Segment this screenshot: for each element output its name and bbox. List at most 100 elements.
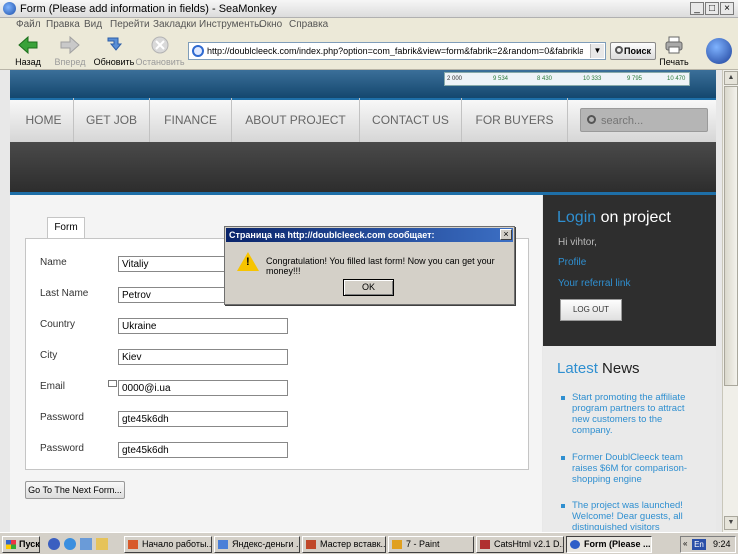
close-icon[interactable]: × [720,2,734,15]
task-paint[interactable]: 7 - Paint [388,536,474,553]
news-heading-word: Latest [557,360,598,377]
ticker-value: 9 795 [627,76,643,82]
referral-link[interactable]: Your referral link [558,278,630,289]
clock: 9:24 [713,539,731,549]
print-button[interactable]: Печать [652,34,696,70]
start-button[interactable]: Пуск [2,536,40,553]
site-menu-get-job[interactable]: GET JOB [74,98,150,142]
reload-icon [107,37,123,51]
menu-edit[interactable]: Правка [46,19,80,30]
app-icon [218,540,228,549]
password-input[interactable] [118,411,288,427]
site-menu-about-project[interactable]: ABOUT PROJECT [232,98,360,142]
task-label: Яндекс-деньги ... [232,539,300,549]
task-form-seamonkey[interactable]: Form (Please ... [566,536,652,553]
dialog-ok-button[interactable]: OK [343,279,394,296]
browser-search-label: Поиск [623,46,651,56]
login-heading-word: Login [557,209,597,226]
task-insert-wizard[interactable]: Мастер вставк... [302,536,386,553]
site-menu-for-buyers[interactable]: FOR BUYERS [462,98,568,142]
back-arrow-icon [18,36,38,54]
task-yandex-money[interactable]: Яндекс-деньги ... [214,536,300,553]
stats-ticker: 2 000 9 534 8 430 10 333 9 795 10 470 [444,72,690,86]
browser-search-button[interactable]: Поиск [610,42,656,60]
task-label: 7 - Paint [406,539,440,549]
country-input[interactable] [118,318,288,334]
dialog-message: Congratulation! You filled last form! No… [266,256,495,276]
city-input[interactable] [118,349,288,365]
ticker-value: 9 534 [493,76,509,82]
profile-link[interactable]: Profile [558,257,586,268]
menu-tools[interactable]: Инструменты [199,19,261,30]
password-confirm-input[interactable] [118,442,288,458]
seamonkey-throbber-icon [706,38,732,64]
news-item[interactable]: The project was launched! Welcome! Dear … [572,500,692,530]
scroll-down-icon[interactable]: ▼ [724,516,738,530]
language-indicator[interactable]: En [692,539,706,550]
site-search-input[interactable] [601,113,701,128]
window-title: Form (Please add information in fields) … [20,3,277,15]
news-heading: Latest News [557,360,640,377]
task-label: Начало работы... [142,539,212,549]
menu-go[interactable]: Перейти [110,19,150,30]
dialog-title: Страница на http://doublcleeck.com сообщ… [226,228,513,242]
task-catshtml[interactable]: CatsHtml v2.1 D... [476,536,564,553]
url-bar: ▼ [188,42,606,60]
field-label-last-name: Last Name [40,288,89,299]
menu-bar: Файл Правка Вид Перейти Закладки Инструм… [0,18,738,34]
task-getting-started[interactable]: Начало работы... [124,536,212,553]
reload-button[interactable]: Обновить [92,34,136,70]
field-label-email: Email [40,381,66,392]
news-heading-rest: News [602,360,640,377]
envelope-icon [108,380,117,387]
menu-window[interactable]: Окно [259,19,282,30]
field-label-name: Name [40,257,67,268]
stop-button[interactable]: Остановить [135,34,185,70]
site-menu-contact-us[interactable]: CONTACT US [360,98,462,142]
menu-view[interactable]: Вид [84,19,102,30]
menu-bookmarks[interactable]: Закладки [153,19,196,30]
app-icon [480,540,490,549]
menu-file[interactable]: Файл [16,19,41,30]
ticker-value: 10 333 [583,76,602,82]
quicklaunch-ie-icon[interactable] [64,538,76,550]
site-search-box [580,108,708,132]
field-label-city: City [40,350,58,361]
task-label: CatsHtml v2.1 D... [494,539,564,549]
warning-icon: ! [237,252,259,271]
window-title-bar[interactable]: Form (Please add information in fields) … [0,0,738,18]
vertical-scrollbar[interactable]: ▲ ▼ [722,70,738,532]
page-viewport: 2 000 9 534 8 430 10 333 9 795 10 470 HO… [0,70,722,532]
url-input[interactable] [207,44,583,58]
site-menu-home[interactable]: HOME [14,98,74,142]
minimize-icon[interactable]: _ [690,2,704,15]
globe-icon [192,45,204,57]
ticker-value: 10 470 [667,76,686,82]
quicklaunch-desktop-icon[interactable] [80,538,92,550]
news-item[interactable]: Start promoting the affiliate program pa… [572,392,692,436]
scroll-up-icon[interactable]: ▲ [724,71,738,85]
quicklaunch-browser-icon[interactable] [48,538,60,550]
windows-logo-icon [6,540,16,549]
news-item[interactable]: Former DoublCleeck team raises $6M for c… [572,452,692,485]
tab-form[interactable]: Form [47,217,85,239]
ticker-value: 8 430 [537,76,553,82]
email-input[interactable] [118,380,288,396]
scroll-thumb[interactable] [724,86,738,386]
app-icon [570,540,580,549]
url-dropdown-icon[interactable]: ▼ [590,44,604,58]
site-menu-finance[interactable]: FINANCE [150,98,232,142]
logout-button[interactable]: LOG OUT [560,299,622,321]
magnifier-icon [615,46,623,54]
next-form-button[interactable]: Go To The Next Form... [25,481,125,499]
stop-label: Остановить [135,57,185,67]
quicklaunch-folder-icon[interactable] [96,538,108,550]
menu-help[interactable]: Справка [289,19,328,30]
maximize-icon[interactable]: □ [705,2,719,15]
app-icon [128,540,138,549]
news-bullet [561,504,565,508]
login-panel: Login on project Hi vihtor, Profile Your… [543,195,716,346]
dialog-close-icon[interactable]: × [500,229,512,240]
app-icon [306,540,316,549]
tray-expand-icon[interactable]: « [683,539,687,548]
